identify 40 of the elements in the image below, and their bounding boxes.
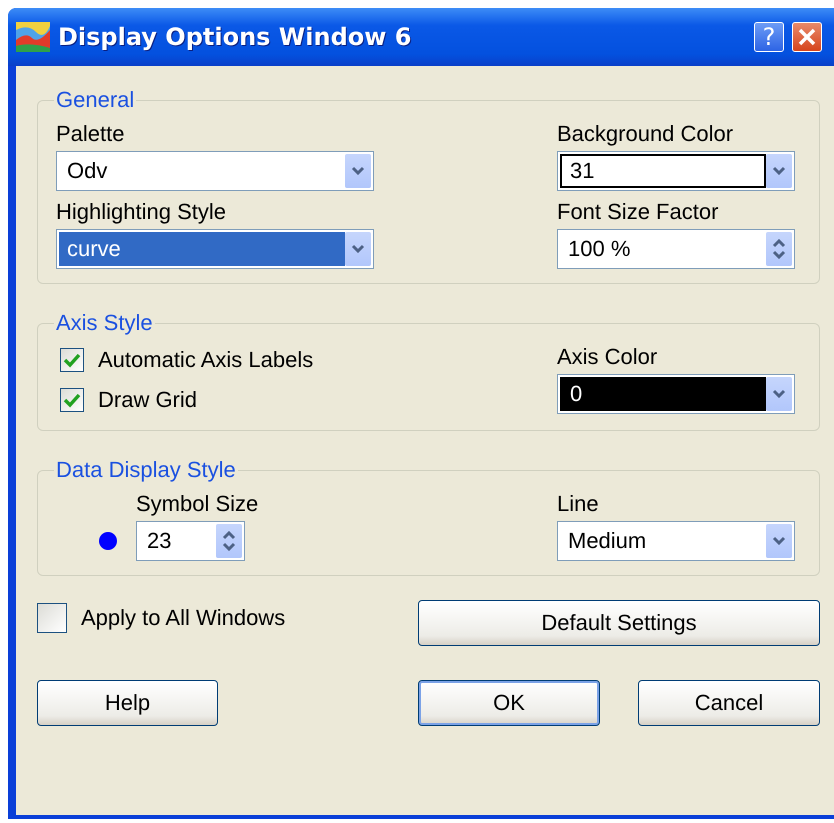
spinner-field[interactable]: 23 [136, 521, 245, 561]
field-label: Highlighting Style [56, 199, 227, 225]
checkbox-label: Apply to All Windows [81, 605, 286, 631]
default-settings-button[interactable]: Default Settings [418, 600, 820, 646]
checkbox-label: Draw Grid [98, 387, 198, 413]
field-label: Background Color [557, 121, 734, 147]
spinner-arrows-icon [222, 528, 236, 554]
dropdown[interactable]: Medium [557, 521, 795, 561]
close-button[interactable] [792, 22, 822, 52]
spinner-field[interactable]: 100 % [557, 229, 795, 269]
spinner-arrows-icon [772, 236, 786, 262]
app-logo-icon [16, 22, 50, 52]
checkbox-label: Automatic Axis Labels [98, 347, 314, 373]
field-label: Line [557, 491, 600, 517]
group-title: General [55, 87, 136, 113]
dialog-button[interactable]: OK [418, 680, 600, 726]
dropdown[interactable]: curve [56, 229, 374, 269]
color-dropdown[interactable]: 0 [557, 374, 795, 414]
checkbox[interactable] [37, 603, 67, 633]
color-dropdown[interactable]: 31 [557, 151, 795, 191]
chevron-down-icon [772, 389, 786, 399]
chevron-down-icon [772, 536, 786, 546]
field-label: Font Size Factor [557, 199, 720, 225]
chevron-down-icon [772, 166, 786, 176]
field-label: Palette [56, 121, 126, 147]
dialog-button[interactable]: Cancel [638, 680, 820, 726]
field-label: Axis Color [557, 344, 658, 370]
dropdown[interactable]: Odv [56, 151, 374, 191]
group-title: Data Display Style [55, 457, 237, 483]
checkmark-icon [63, 352, 81, 368]
chevron-down-icon [351, 244, 365, 254]
close-icon [798, 28, 816, 46]
group-title: Axis Style [55, 310, 154, 336]
chevron-down-icon [351, 166, 365, 176]
window-title: Display Options Window 6 [58, 23, 412, 51]
checkmark-icon [63, 392, 81, 408]
checkbox[interactable] [60, 348, 84, 372]
field-label: Symbol Size [136, 491, 260, 517]
dialog-button[interactable]: Help [37, 680, 218, 726]
checkbox[interactable] [60, 388, 84, 412]
